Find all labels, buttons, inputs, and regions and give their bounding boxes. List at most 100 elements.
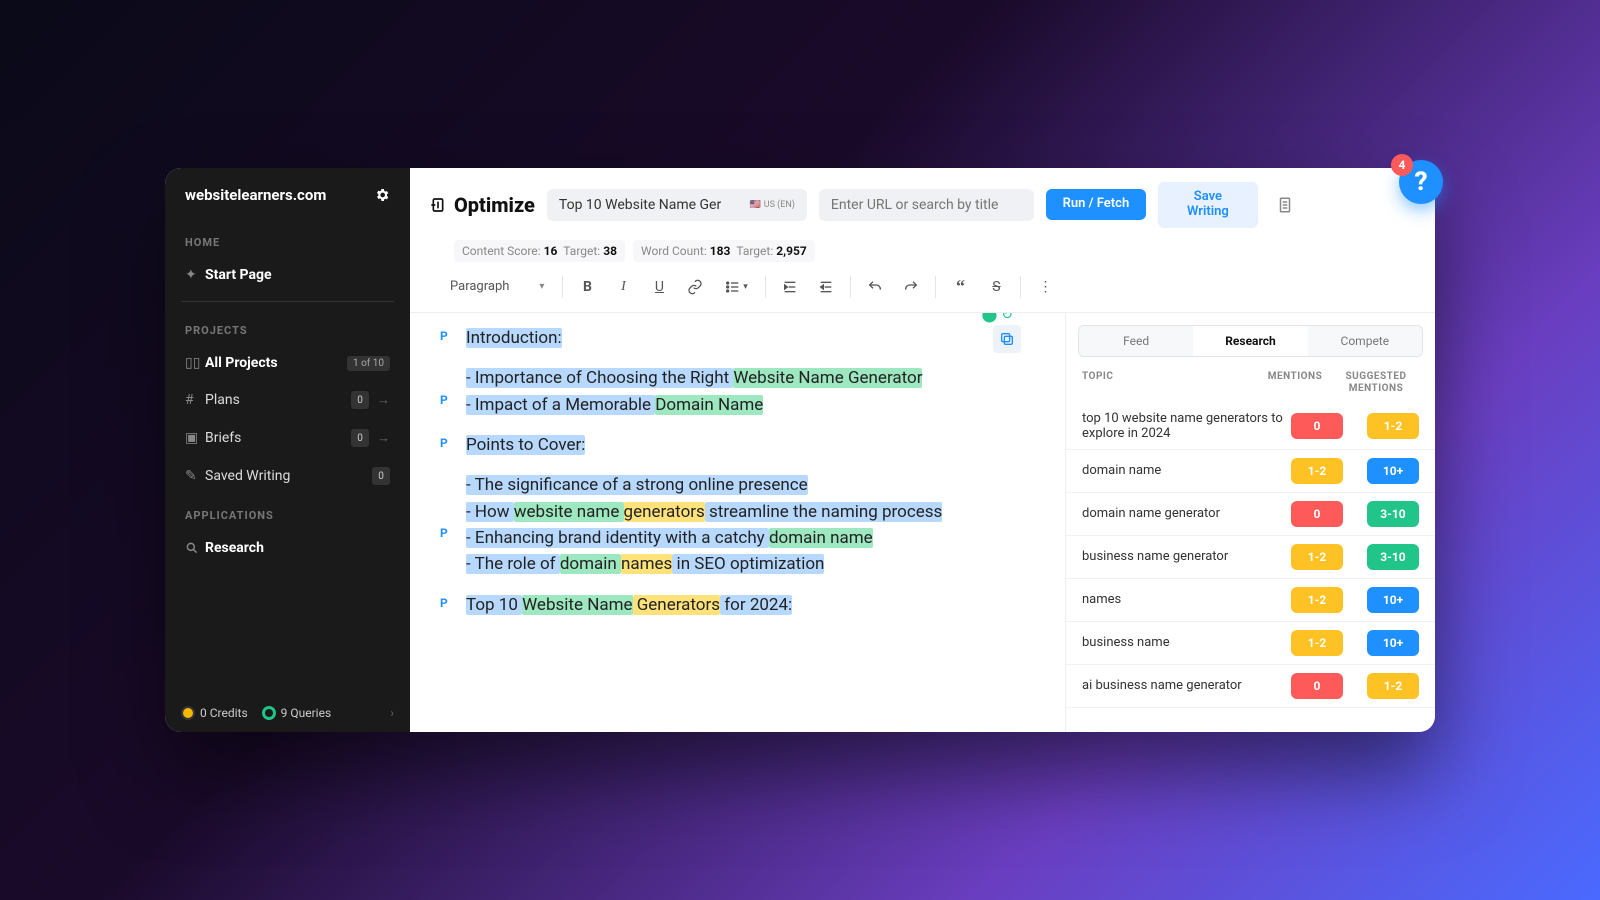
credits-chip[interactable]: 0 Credits bbox=[181, 706, 248, 720]
document-icon-button[interactable] bbox=[1270, 189, 1300, 221]
editor-block: P Top 10 Website Name Generators for 202… bbox=[440, 592, 1023, 618]
research-topic: domain name generator bbox=[1082, 506, 1291, 521]
mentions-chip: 0 bbox=[1291, 673, 1343, 699]
research-row[interactable]: domain name1-2 10+ bbox=[1066, 450, 1435, 493]
page-title-text: Optimize bbox=[454, 193, 535, 217]
sidebar-item-start-page[interactable]: ✦ Start Page bbox=[165, 257, 410, 293]
col-suggested: SUGGESTED MENTIONS bbox=[1333, 371, 1419, 395]
mentions-chip: 1-2 bbox=[1291, 544, 1343, 570]
optimize-icon bbox=[430, 197, 446, 213]
sidebar-item-plans[interactable]: # Plans 0 → bbox=[165, 381, 410, 419]
arrow-icon: → bbox=[377, 430, 390, 446]
applications-section-label: APPLICATIONS bbox=[165, 495, 410, 530]
bullet-list-button[interactable]: ▾ bbox=[715, 272, 757, 302]
bold-button[interactable]: B bbox=[571, 272, 603, 302]
gear-icon[interactable] bbox=[374, 187, 390, 203]
mentions-chip: 1-2 bbox=[1291, 458, 1343, 484]
more-button[interactable]: ⋮ bbox=[1029, 272, 1061, 302]
chevron-right-icon[interactable]: › bbox=[390, 706, 394, 720]
research-topic: names bbox=[1082, 592, 1291, 607]
refresh-icon: ↻ bbox=[1001, 313, 1013, 323]
app-window: websitelearners.com HOME ✦ Start Page P R… bbox=[165, 168, 1435, 732]
document-title-text: Top 10 Website Name Ger bbox=[559, 197, 721, 213]
document-title-field[interactable]: Top 10 Website Name Ger 🇺🇸US (EN) bbox=[547, 189, 807, 221]
col-mentions: MENTIONS bbox=[1257, 371, 1333, 395]
research-row[interactable]: top 10 website name generators to explor… bbox=[1066, 403, 1435, 450]
research-topic: ai business name generator bbox=[1082, 678, 1291, 693]
editor-block: P Introduction: bbox=[440, 325, 1023, 351]
briefs-count: 0 bbox=[351, 429, 369, 447]
sidebar-item-label: Start Page bbox=[205, 267, 390, 283]
queries-label: 9 Queries bbox=[281, 706, 332, 720]
sidebar-footer: 0 Credits 9 Queries › bbox=[165, 694, 410, 732]
sidebar-item-briefs[interactable]: ▣ Briefs 0 → bbox=[165, 419, 410, 457]
sidebar-header: websitelearners.com bbox=[165, 168, 410, 222]
suggested-chip: 3-10 bbox=[1367, 501, 1419, 527]
main-panel: Optimize Top 10 Website Name Ger 🇺🇸US (E… bbox=[410, 168, 1435, 732]
page-title: Optimize bbox=[430, 193, 535, 217]
sidebar-item-label: Briefs bbox=[205, 430, 345, 446]
editor-block: P - The significance of a strong online … bbox=[440, 472, 1023, 577]
topbar: Optimize Top 10 Website Name Ger 🇺🇸US (E… bbox=[410, 168, 1435, 236]
research-topic: domain name bbox=[1082, 463, 1291, 478]
quote-button[interactable]: “ bbox=[944, 272, 976, 302]
metrics-bar: Content Score: 16 Target: 38 Word Count:… bbox=[410, 236, 1435, 266]
strikethrough-button[interactable]: S bbox=[980, 272, 1012, 302]
sparkle-icon: ✦ bbox=[185, 267, 205, 283]
research-row[interactable]: business name generator1-23-10 bbox=[1066, 536, 1435, 579]
briefs-icon: ▣ bbox=[185, 430, 205, 446]
research-topic: business name bbox=[1082, 635, 1291, 650]
check-icon: ⬤ bbox=[982, 313, 998, 323]
outdent-button[interactable] bbox=[810, 272, 842, 302]
editor-block: P Points to Cover: bbox=[440, 432, 1023, 458]
sidebar: websitelearners.com HOME ✦ Start Page PR… bbox=[165, 168, 410, 732]
credits-label: 0 Credits bbox=[200, 706, 248, 720]
research-row[interactable]: business name1-210+ bbox=[1066, 622, 1435, 665]
p-marker: P bbox=[440, 432, 466, 458]
editor[interactable]: ⬤ ↻ P Introduction: P - Importance of Ch… bbox=[410, 313, 1065, 732]
site-name: websitelearners.com bbox=[185, 186, 326, 204]
italic-button[interactable]: I bbox=[607, 272, 639, 302]
credits-icon bbox=[181, 706, 195, 720]
research-panel: Feed Research Compete TOPIC MENTIONS SUG… bbox=[1065, 313, 1435, 732]
queries-chip[interactable]: 9 Queries bbox=[262, 706, 332, 720]
home-section-label: HOME bbox=[165, 222, 410, 257]
suggested-chip: 10+ bbox=[1367, 458, 1419, 484]
arrow-icon: → bbox=[377, 392, 390, 408]
p-marker: P bbox=[440, 472, 466, 577]
tab-feed[interactable]: Feed bbox=[1079, 326, 1193, 356]
indent-button[interactable] bbox=[774, 272, 806, 302]
tab-compete[interactable]: Compete bbox=[1308, 326, 1422, 356]
research-row[interactable]: ai business name generator01-2 bbox=[1066, 665, 1435, 708]
sidebar-item-all-projects[interactable]: ▯▯ All Projects 1 of 10 bbox=[165, 345, 410, 381]
research-topic: top 10 website name generators to explor… bbox=[1082, 411, 1291, 441]
editor-status-icons: ⬤ ↻ bbox=[982, 313, 1013, 323]
url-search-input[interactable] bbox=[819, 189, 1034, 221]
save-writing-button[interactable]: Save Writing bbox=[1158, 182, 1258, 228]
run-fetch-button[interactable]: Run / Fetch bbox=[1046, 189, 1146, 220]
undo-button[interactable] bbox=[859, 272, 891, 302]
underline-button[interactable]: U bbox=[643, 272, 675, 302]
link-button[interactable] bbox=[679, 272, 711, 302]
research-tabs: Feed Research Compete bbox=[1078, 325, 1423, 357]
research-row[interactable]: domain name generator0 3-10 bbox=[1066, 493, 1435, 536]
p-marker: P bbox=[440, 365, 466, 418]
research-row[interactable]: names1-2 10+ bbox=[1066, 579, 1435, 622]
mentions-chip: 1-2 bbox=[1291, 587, 1343, 613]
sidebar-item-label: Research bbox=[205, 540, 390, 556]
p-marker: P bbox=[440, 325, 466, 351]
suggested-chip: 10+ bbox=[1367, 630, 1419, 656]
sidebar-item-saved-writing[interactable]: ✎ Saved Writing 0 bbox=[165, 457, 410, 495]
sidebar-item-label: All Projects bbox=[205, 355, 347, 371]
copy-button[interactable] bbox=[993, 325, 1021, 353]
mentions-chip: 0 bbox=[1291, 501, 1343, 527]
sidebar-item-research[interactable]: Research bbox=[165, 530, 410, 566]
tab-research[interactable]: Research bbox=[1193, 326, 1307, 356]
plans-count: 0 bbox=[351, 391, 369, 409]
paragraph-style-select[interactable]: Paragraph▾ bbox=[440, 275, 554, 298]
suggested-chip: 10+ bbox=[1367, 587, 1419, 613]
redo-button[interactable] bbox=[895, 272, 927, 302]
content-row: ⬤ ↻ P Introduction: P - Importance of Ch… bbox=[410, 313, 1435, 732]
hash-icon: # bbox=[185, 392, 205, 408]
research-topic: business name generator bbox=[1082, 549, 1291, 564]
